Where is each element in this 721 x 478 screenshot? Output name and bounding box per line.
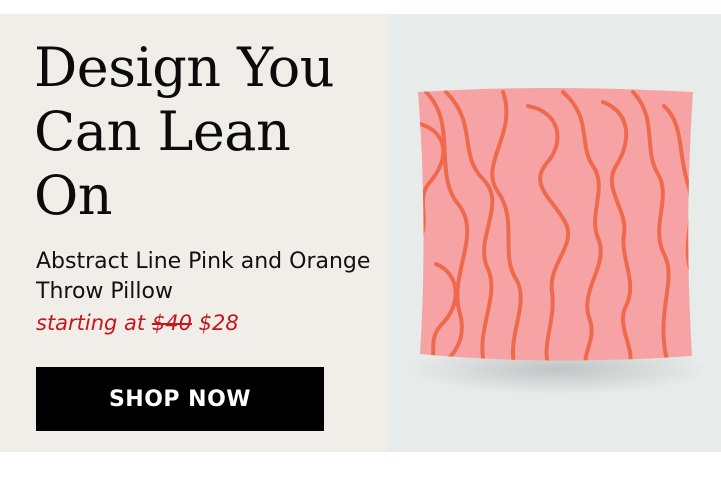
shop-now-button[interactable]: SHOP NOW (36, 367, 324, 431)
promo-banner[interactable]: Design You Can Lean On Abstract Line Pin… (0, 14, 721, 452)
throw-pillow-image[interactable] (388, 14, 721, 452)
sale-price: $28 (198, 311, 239, 335)
headline: Design You Can Lean On (34, 36, 335, 227)
product-name: Abstract Line Pink and Orange Throw Pill… (36, 249, 371, 304)
price-prefix: starting at (36, 311, 146, 335)
product-image-panel[interactable] (388, 14, 721, 452)
price-line: starting at $40 $28 (36, 311, 239, 335)
old-price: $40 (151, 311, 192, 335)
promo-text-panel: Design You Can Lean On Abstract Line Pin… (0, 14, 388, 452)
